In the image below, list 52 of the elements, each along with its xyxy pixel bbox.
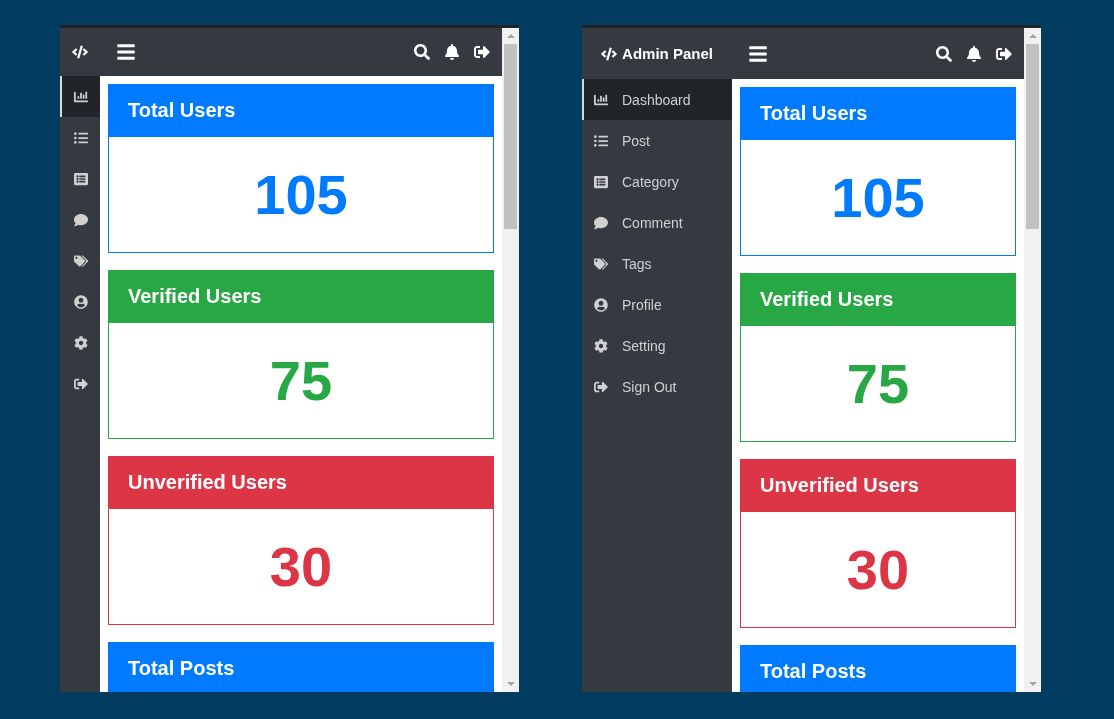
code-icon	[72, 44, 88, 60]
list-card-icon	[594, 174, 608, 189]
code-icon	[601, 45, 618, 62]
stat-value: 75	[846, 351, 910, 416]
sign-out-icon	[74, 376, 88, 391]
sidebar-item[interactable]: Setting	[582, 325, 732, 366]
sign-out-icon	[594, 379, 608, 394]
speech-bubble-icon	[594, 215, 608, 230]
card-header: Verified Users	[740, 273, 1016, 326]
sidebar-item[interactable]: Tags	[582, 243, 732, 284]
scrollbar[interactable]	[1024, 28, 1041, 692]
gear-icon	[74, 335, 88, 350]
sign-out-button[interactable]	[474, 44, 490, 60]
sidebar-item[interactable]: Comment	[582, 202, 732, 243]
list-card-icon	[74, 171, 88, 186]
sidebar-item[interactable]: Profile	[582, 284, 732, 325]
tags-icon	[594, 256, 608, 271]
sidebar-item[interactable]: Post	[582, 120, 732, 161]
scrollbar[interactable]	[502, 28, 519, 692]
stat-value: 30	[846, 537, 910, 602]
sidebar-item[interactable]: Dashboard	[582, 79, 732, 120]
stat-value: 30	[269, 534, 333, 599]
search-button[interactable]	[414, 44, 430, 60]
card-header: Verified Users	[108, 270, 494, 323]
menu-button[interactable]	[748, 43, 768, 64]
card-header: Total Posts	[108, 642, 494, 692]
list-icon	[594, 133, 608, 148]
sidebar-item[interactable]	[60, 76, 100, 117]
bar-chart-icon	[74, 89, 88, 104]
scrollbar-thumb[interactable]	[504, 44, 517, 229]
card-header: Total Users	[108, 84, 494, 137]
stat-value: 75	[269, 348, 333, 413]
gear-icon	[594, 338, 608, 353]
stat-value: 105	[254, 162, 348, 227]
card-header: Unverified Users	[108, 456, 494, 509]
brand-title: Admin Panel	[622, 45, 713, 62]
sign-out-button[interactable]	[996, 45, 1012, 62]
card-header: Unverified Users	[740, 459, 1016, 512]
speech-bubble-icon	[74, 212, 88, 227]
card-header: Total Posts	[740, 645, 1016, 692]
menu-button[interactable]	[116, 42, 136, 62]
notification-button[interactable]	[444, 44, 460, 60]
card-header: Total Users	[740, 87, 1016, 140]
sidebar-item[interactable]: Sign Out	[582, 366, 732, 407]
search-button[interactable]	[936, 45, 952, 62]
sidebar-item[interactable]: Category	[582, 161, 732, 202]
stat-value: 105	[831, 165, 925, 230]
notification-button[interactable]	[966, 45, 982, 62]
list-icon	[74, 130, 88, 145]
bar-chart-icon	[594, 92, 608, 107]
scrollbar-thumb[interactable]	[1026, 44, 1039, 229]
tags-icon	[74, 253, 88, 268]
